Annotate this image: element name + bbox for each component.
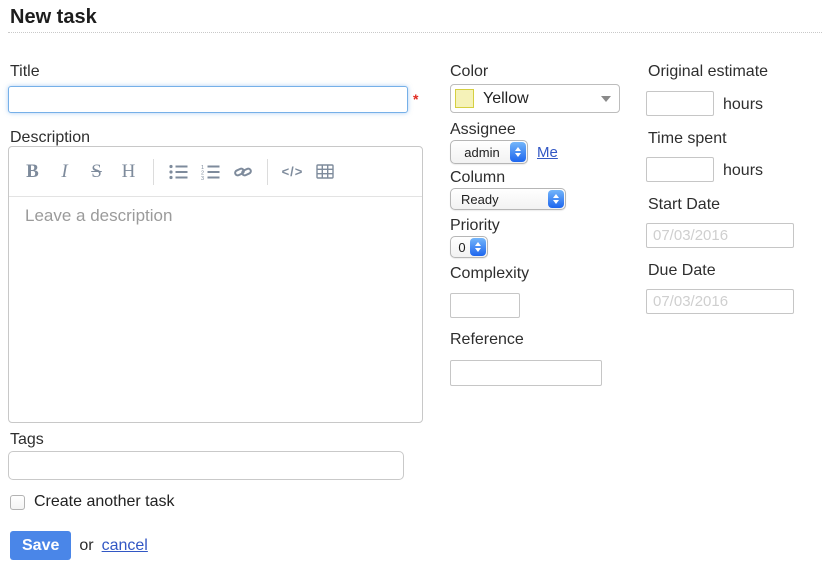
assignee-row: admin Me xyxy=(450,140,558,164)
due-date-input[interactable] xyxy=(646,289,794,314)
time-spent-suffix: hours xyxy=(723,162,763,180)
start-date-input[interactable] xyxy=(646,223,794,248)
reference-input[interactable] xyxy=(450,360,602,386)
description-editor[interactable]: B I S H 1 2 3 xyxy=(8,146,423,423)
strikethrough-button[interactable]: S xyxy=(85,157,108,187)
form-actions: Save or cancel xyxy=(10,531,148,560)
heading-divider xyxy=(8,32,822,33)
chevron-down-icon xyxy=(601,96,611,102)
assignee-selected-value: admin xyxy=(451,145,509,160)
table-icon xyxy=(316,164,334,179)
table-button[interactable] xyxy=(313,157,336,187)
cancel-link[interactable]: cancel xyxy=(102,537,148,555)
time-spent-input[interactable] xyxy=(646,157,714,182)
link-icon xyxy=(234,164,252,180)
column-selected-value: Ready xyxy=(451,192,547,207)
toolbar-separator xyxy=(267,159,268,185)
create-another-label: Create another task xyxy=(34,493,175,511)
save-button[interactable]: Save xyxy=(10,531,71,560)
bullet-list-icon xyxy=(169,164,188,180)
color-selected-value: Yellow xyxy=(483,90,601,108)
required-asterisk: * xyxy=(413,91,418,107)
tags-label: Tags xyxy=(10,431,44,449)
reference-label: Reference xyxy=(450,331,524,349)
description-label: Description xyxy=(10,129,90,147)
create-another-checkbox[interactable] xyxy=(10,495,25,510)
priority-selected-value: 0 xyxy=(451,240,469,255)
original-estimate-input[interactable] xyxy=(646,91,714,116)
color-label: Color xyxy=(450,63,488,81)
select-stepper-icon xyxy=(470,238,486,256)
original-estimate-label: Original estimate xyxy=(648,63,768,81)
color-dropdown[interactable]: Yellow xyxy=(450,84,620,113)
bullet-list-button[interactable] xyxy=(167,157,190,187)
heading-button[interactable]: H xyxy=(117,157,140,187)
tags-input[interactable] xyxy=(8,451,404,480)
or-text: or xyxy=(79,537,93,555)
title-input[interactable] xyxy=(8,86,408,113)
column-label: Column xyxy=(450,169,505,187)
svg-text:3: 3 xyxy=(201,176,204,180)
complexity-label: Complexity xyxy=(450,265,529,283)
column-select[interactable]: Ready xyxy=(450,188,566,210)
description-placeholder: Leave a description xyxy=(25,206,172,226)
priority-label: Priority xyxy=(450,217,500,235)
assign-to-me-link[interactable]: Me xyxy=(537,144,558,161)
link-button[interactable] xyxy=(231,157,254,187)
time-spent-label: Time spent xyxy=(648,130,727,148)
yellow-swatch-icon xyxy=(455,89,474,108)
ordered-list-icon: 1 2 3 xyxy=(201,164,220,180)
code-button[interactable]: </> xyxy=(281,157,304,187)
complexity-input[interactable] xyxy=(450,293,520,318)
select-stepper-icon xyxy=(548,190,564,208)
select-stepper-icon xyxy=(510,142,526,162)
start-date-label: Start Date xyxy=(648,196,720,214)
assignee-select[interactable]: admin xyxy=(450,140,528,164)
toolbar-separator xyxy=(153,159,154,185)
page-title: New task xyxy=(10,6,97,29)
title-label: Title xyxy=(10,63,40,81)
italic-button[interactable]: I xyxy=(53,157,76,187)
ordered-list-button[interactable]: 1 2 3 xyxy=(199,157,222,187)
assignee-label: Assignee xyxy=(450,121,516,139)
due-date-label: Due Date xyxy=(648,262,716,280)
priority-select[interactable]: 0 xyxy=(450,236,488,258)
create-another-row: Create another task xyxy=(10,493,175,511)
editor-toolbar: B I S H 1 2 3 xyxy=(9,147,422,197)
bold-button[interactable]: B xyxy=(21,157,44,187)
original-estimate-suffix: hours xyxy=(723,96,763,114)
